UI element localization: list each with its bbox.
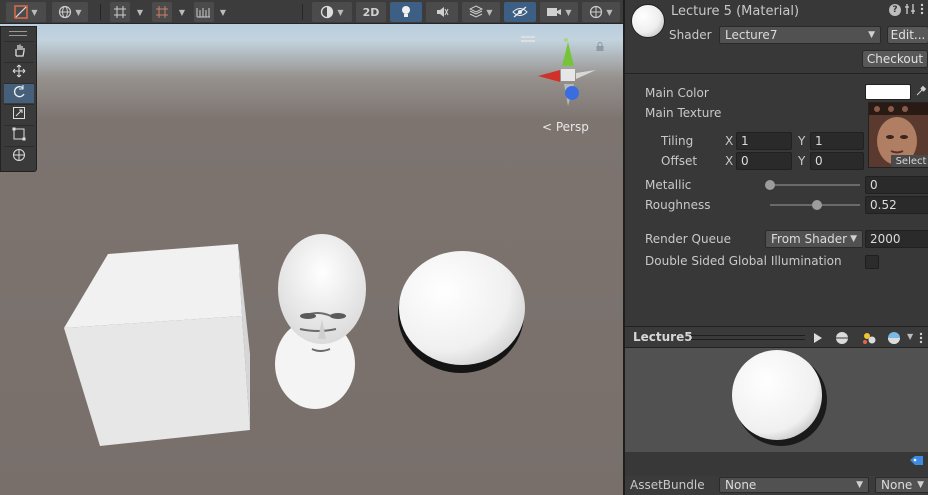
toggle-2d-button[interactable]: 2D [356, 2, 386, 22]
main-color-label: Main Color [645, 86, 709, 100]
gizmo-globe-icon [589, 5, 603, 19]
play-icon[interactable] [813, 332, 823, 347]
offset-x-field[interactable]: 0 [736, 152, 792, 170]
asset-bundle-label: AssetBundle [630, 478, 705, 492]
audio-toggle-button[interactable] [426, 2, 458, 22]
preview-drag-handle[interactable] [691, 335, 805, 340]
effects-dropdown[interactable]: ▼ [462, 2, 500, 22]
double-sided-gi-checkbox[interactable] [865, 255, 879, 269]
eye-hidden-icon [512, 5, 528, 19]
hidden-objects-toggle[interactable] [504, 2, 536, 22]
scene-objects [64, 234, 525, 446]
sphere-shading-icon [320, 5, 334, 19]
draw-mode-dropdown[interactable]: ▼ [6, 2, 46, 22]
sphere-object [398, 251, 525, 373]
metallic-field[interactable]: 0 [865, 176, 928, 194]
asset-label-icon[interactable] [909, 455, 925, 472]
tiling-label: Tiling [661, 134, 694, 148]
snap-dropdown[interactable]: ▼ [174, 2, 190, 22]
chevron-down-icon: ▼ [917, 480, 924, 490]
preview-dropdown-icon[interactable]: ▼ [907, 332, 913, 341]
offset-x-label: X [725, 154, 734, 168]
inspector-panel: Lecture 5 (Material) ? Shader Lecture7 ▼… [623, 0, 928, 495]
camera-icon [546, 6, 562, 18]
shader-dropdown[interactable]: Lecture7 ▼ [719, 26, 881, 44]
tiling-x-label: X [725, 134, 734, 148]
lighting-preview-icon[interactable] [861, 330, 877, 349]
grid-icon [113, 5, 127, 19]
preview-shape-icon[interactable] [835, 331, 849, 348]
metallic-slider-track[interactable] [770, 184, 860, 186]
ruler-dropdown[interactable]: ▼ [216, 2, 230, 22]
metallic-slider-handle[interactable] [765, 180, 775, 190]
offset-label: Offset [661, 154, 698, 168]
globe-icon [58, 5, 72, 19]
offset-y-label: Y [798, 154, 806, 168]
checkout-button[interactable]: Checkout [862, 50, 928, 68]
chevron-down-icon: ▼ [850, 234, 857, 244]
gizmos-dropdown[interactable]: ▼ [582, 2, 620, 22]
material-preview[interactable] [625, 348, 928, 452]
main-texture-label: Main Texture [645, 106, 722, 120]
lighting-toggle-button[interactable] [390, 2, 422, 22]
ruler-button[interactable] [194, 2, 214, 22]
camera-settings-dropdown[interactable]: ▼ [540, 2, 578, 22]
roughness-field[interactable]: 0.52 [865, 196, 928, 214]
draw-mode-icon [14, 5, 29, 19]
preset-icon[interactable] [905, 3, 915, 18]
render-queue-label: Render Queue [645, 232, 731, 246]
roughness-slider-handle[interactable] [811, 200, 822, 210]
shader-value: Lecture7 [725, 28, 778, 42]
tiling-y-label: Y [798, 134, 806, 148]
audio-muted-icon [435, 5, 449, 19]
render-queue-mode: From Shader [771, 232, 848, 246]
select-texture-button[interactable]: Select [891, 155, 928, 167]
snap-grid-icon [155, 5, 169, 19]
scene-toolbar: ▼ ▼ ▼ ▼ ▼ ▼ 2D ▼ ▼ ▼ [0, 0, 623, 24]
chevron-down-icon: ▼ [856, 480, 863, 490]
help-icon[interactable]: ? [889, 4, 901, 16]
shading-mode-dropdown[interactable]: ▼ [312, 2, 352, 22]
render-paths-dropdown[interactable]: ▼ [52, 2, 88, 22]
increment-snap-button[interactable] [152, 2, 172, 22]
double-sided-gi-label: Double Sided Global Illumination [645, 254, 842, 268]
ruler-icon [196, 5, 212, 19]
layers-effects-icon [469, 5, 484, 19]
asset-bundle-variant-value: None [881, 478, 913, 492]
asset-bundle-name-dropdown[interactable]: None ▼ [719, 477, 869, 493]
offset-y-field[interactable]: 0 [810, 152, 864, 170]
inspector-title: Lecture 5 (Material) [671, 4, 800, 19]
grid-dropdown[interactable]: ▼ [132, 2, 148, 22]
background-preview-icon[interactable] [887, 331, 901, 348]
asset-bundle-name-value: None [725, 478, 757, 492]
tiling-y-field[interactable]: 1 [810, 132, 864, 150]
eyedropper-icon[interactable] [915, 85, 927, 100]
asset-bundle-bar: AssetBundle None ▼ None ▼ [625, 476, 928, 495]
chevron-down-icon: ▼ [868, 30, 875, 40]
head-object [275, 234, 366, 409]
main-color-swatch[interactable] [865, 84, 911, 100]
texture-slot[interactable]: Select [868, 102, 928, 168]
preview-menu-icon[interactable] [918, 331, 924, 348]
scene-view[interactable]: ▼ ▼ ▼ ▼ ▼ ▼ 2D ▼ ▼ ▼ < Persp [0, 0, 623, 495]
light-bulb-icon [400, 5, 412, 19]
metallic-label: Metallic [645, 178, 692, 192]
tiling-x-field[interactable]: 1 [736, 132, 792, 150]
preview-sphere [732, 350, 827, 446]
material-icon [631, 4, 665, 38]
preview-header: Lecture5 ▼ [625, 326, 928, 348]
grid-snap-button[interactable] [110, 2, 130, 22]
render-queue-dropdown[interactable]: From Shader ▼ [765, 230, 863, 248]
render-queue-field[interactable]: 2000 [865, 230, 928, 248]
asset-bundle-variant-dropdown[interactable]: None ▼ [875, 477, 928, 493]
header-divider [625, 73, 928, 74]
more-menu-icon[interactable] [919, 3, 925, 18]
shader-label: Shader [669, 28, 712, 42]
roughness-label: Roughness [645, 198, 711, 212]
preview-title: Lecture5 [633, 330, 693, 344]
edit-shader-button[interactable]: Edit... [887, 26, 928, 44]
cube-object [64, 244, 250, 446]
